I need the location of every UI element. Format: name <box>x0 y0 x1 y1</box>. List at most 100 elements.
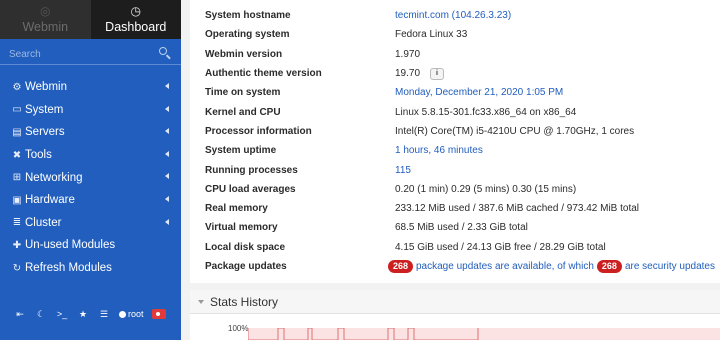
user-icon <box>119 310 126 318</box>
sidebar-item-webmin[interactable]: ⚙ Webmin <box>0 76 181 99</box>
tab-dashboard[interactable]: ◷ Dashboard <box>90 0 181 39</box>
sidebar-item-tools[interactable]: ✖ Tools <box>0 144 181 167</box>
info-label: Authentic theme version <box>205 68 322 80</box>
main-content: System hostname tecmint.com (104.26.3.23)… <box>190 0 720 340</box>
logout-button[interactable] <box>149 306 169 322</box>
sidebar-item-label: System <box>25 103 64 116</box>
info-row-real-memory: Real memory 233.12 MiB used / 387.6 MiB c… <box>205 199 715 218</box>
sidebar-item-label: Networking <box>25 171 83 184</box>
system-information-panel: System hostname tecmint.com (104.26.3.23)… <box>190 0 720 283</box>
info-value: 233.12 MiB used / 387.6 MiB cached / 973… <box>395 203 639 214</box>
sidebar-item-label: Refresh Modules <box>25 262 112 275</box>
sidebar-item-label: Hardware <box>25 194 75 207</box>
info-value-text: Fedora Linux 33 <box>395 29 468 41</box>
info-value-text[interactable]: 115 <box>395 165 411 176</box>
sidebar-item-cluster[interactable]: ≣ Cluster <box>0 212 181 235</box>
favorites-star-icon[interactable]: ★ <box>73 306 93 322</box>
info-value-text[interactable]: Monday, December 21, 2020 1:05 PM <box>395 87 563 98</box>
chart-fill <box>248 328 720 340</box>
user-menu-button[interactable]: root <box>115 306 148 322</box>
theme-settings-icon[interactable]: ☰ <box>94 306 114 322</box>
stats-history-panel: Stats History 100% <box>190 290 720 340</box>
info-value[interactable]: 115 <box>395 165 411 176</box>
user-label: root <box>128 309 144 319</box>
info-value[interactable]: 1 hours, 46 minutes <box>395 145 483 156</box>
info-value: 4.15 GiB used / 24.13 GiB free / 28.29 G… <box>395 242 606 253</box>
info-value-text: 4.15 GiB used / 24.13 GiB free / 28.29 G… <box>395 241 606 253</box>
info-label: Processor information <box>205 125 312 137</box>
info-value: 0.20 (1 min) 0.29 (5 mins) 0.30 (15 mins… <box>395 184 576 195</box>
info-row-time-on-system: Time on system Monday, December 21, 2020 … <box>205 83 715 102</box>
tab-dashboard-label: Dashboard <box>105 20 167 34</box>
sidebar-item-servers[interactable]: ▤ Servers <box>0 121 181 144</box>
sidebar-item-hardware[interactable]: ▣ Hardware <box>0 189 181 212</box>
puzzle-icon: ✚ <box>12 239 22 251</box>
stats-history-title: Stats History <box>210 294 279 309</box>
logout-icon <box>151 309 166 319</box>
caret-left-icon <box>165 128 169 135</box>
sidebar-item-label: Un-used Modules <box>25 239 116 252</box>
gear-icon: ⚙ <box>12 81 22 93</box>
info-label: Time on system <box>205 87 281 99</box>
sidebar: ◎ Webmin ◷ Dashboard ⚙Webmin▭System▤Serv… <box>0 0 181 340</box>
tab-webmin-label: Webmin <box>22 20 69 34</box>
info-row-processor-information: Processor information Intel(R) Core(TM) i… <box>205 122 715 141</box>
sidebar-item-refresh-modules[interactable]: ↻ Refresh Modules <box>0 257 181 280</box>
info-label: Local disk space <box>205 241 286 253</box>
security-count-badge: 268 <box>596 260 622 274</box>
caret-left-icon <box>165 173 169 180</box>
info-value-text: 1.970 <box>395 48 421 60</box>
security-updates-link[interactable]: are security updates <box>625 261 715 272</box>
info-row-webmin-version: Webmin version 1.970 <box>205 45 715 64</box>
caret-down-icon <box>198 299 204 304</box>
info-value-text[interactable]: tecmint.com (104.26.3.23) <box>395 10 511 21</box>
history-chart-svg <box>248 328 720 340</box>
sidebar-item-networking[interactable]: ⊞ Networking <box>0 166 181 189</box>
package-updates-value: 268 package updates are available, of whi… <box>387 260 715 274</box>
sidebar-item-label: Tools <box>25 149 52 162</box>
info-value-text: 68.5 MiB used / 2.33 GiB total <box>395 222 528 234</box>
info-row-virtual-memory: Virtual memory 68.5 MiB used / 2.33 GiB t… <box>205 218 715 237</box>
caret-left-icon <box>165 195 169 202</box>
info-label: System uptime <box>205 145 277 157</box>
terminal-icon[interactable]: >_ <box>52 306 72 322</box>
info-value: Fedora Linux 33 <box>395 29 467 40</box>
sidebar-bottom-bar: ⇤ ☾ >_ ★ ☰ root <box>0 304 181 324</box>
info-label: Running processes <box>205 164 298 176</box>
info-label: Virtual memory <box>205 222 278 234</box>
info-value-text: 0.20 (1 min) 0.29 (5 mins) 0.30 (15 mins… <box>395 183 577 195</box>
package-updates-link[interactable]: package updates are available, of which <box>416 261 594 272</box>
info-icon[interactable]: i <box>430 67 445 80</box>
info-value-text: 19.70 <box>395 68 421 80</box>
night-mode-icon[interactable]: ☾ <box>31 306 51 322</box>
caret-left-icon <box>165 150 169 157</box>
info-value: Linux 5.8.15-301.fc33.x86_64 on x86_64 <box>395 107 576 118</box>
info-row-system-uptime: System uptime 1 hours, 46 minutes <box>205 141 715 160</box>
info-label: Real memory <box>205 203 268 215</box>
caret-left-icon <box>165 105 169 112</box>
stats-history-header[interactable]: Stats History <box>190 290 720 314</box>
cluster-icon: ≣ <box>12 217 22 229</box>
refresh-icon: ↻ <box>12 262 22 274</box>
info-value-text[interactable]: 1 hours, 46 minutes <box>395 145 483 156</box>
toggle-frame-icon[interactable]: ⇤ <box>10 306 30 322</box>
search-input[interactable] <box>0 43 181 65</box>
info-value: 19.70 i <box>395 67 445 80</box>
info-value: 68.5 MiB used / 2.33 GiB total <box>395 222 528 233</box>
info-row-local-disk-space: Local disk space 4.15 GiB used / 24.13 Gi… <box>205 238 715 257</box>
info-value-text: Linux 5.8.15-301.fc33.x86_64 on x86_64 <box>395 106 577 118</box>
info-row-running-processes: Running processes 115 <box>205 160 715 179</box>
tools-icon: ✖ <box>12 149 22 161</box>
sidebar-item-un-used-modules[interactable]: ✚ Un-used Modules <box>0 234 181 257</box>
chart-y-tick: 100% <box>228 324 249 333</box>
info-row-system-hostname: System hostname tecmint.com (104.26.3.23) <box>205 6 715 25</box>
search-icon[interactable] <box>159 47 167 55</box>
tab-webmin[interactable]: ◎ Webmin <box>0 0 91 39</box>
caret-left-icon <box>165 218 169 225</box>
info-value[interactable]: Monday, December 21, 2020 1:05 PM <box>395 87 563 98</box>
sidebar-item-system[interactable]: ▭ System <box>0 99 181 122</box>
updates-count-badge: 268 <box>387 260 413 274</box>
info-value[interactable]: tecmint.com (104.26.3.23) <box>395 10 511 21</box>
info-value: 1.970 <box>395 49 420 60</box>
caret-left-icon <box>165 83 169 89</box>
